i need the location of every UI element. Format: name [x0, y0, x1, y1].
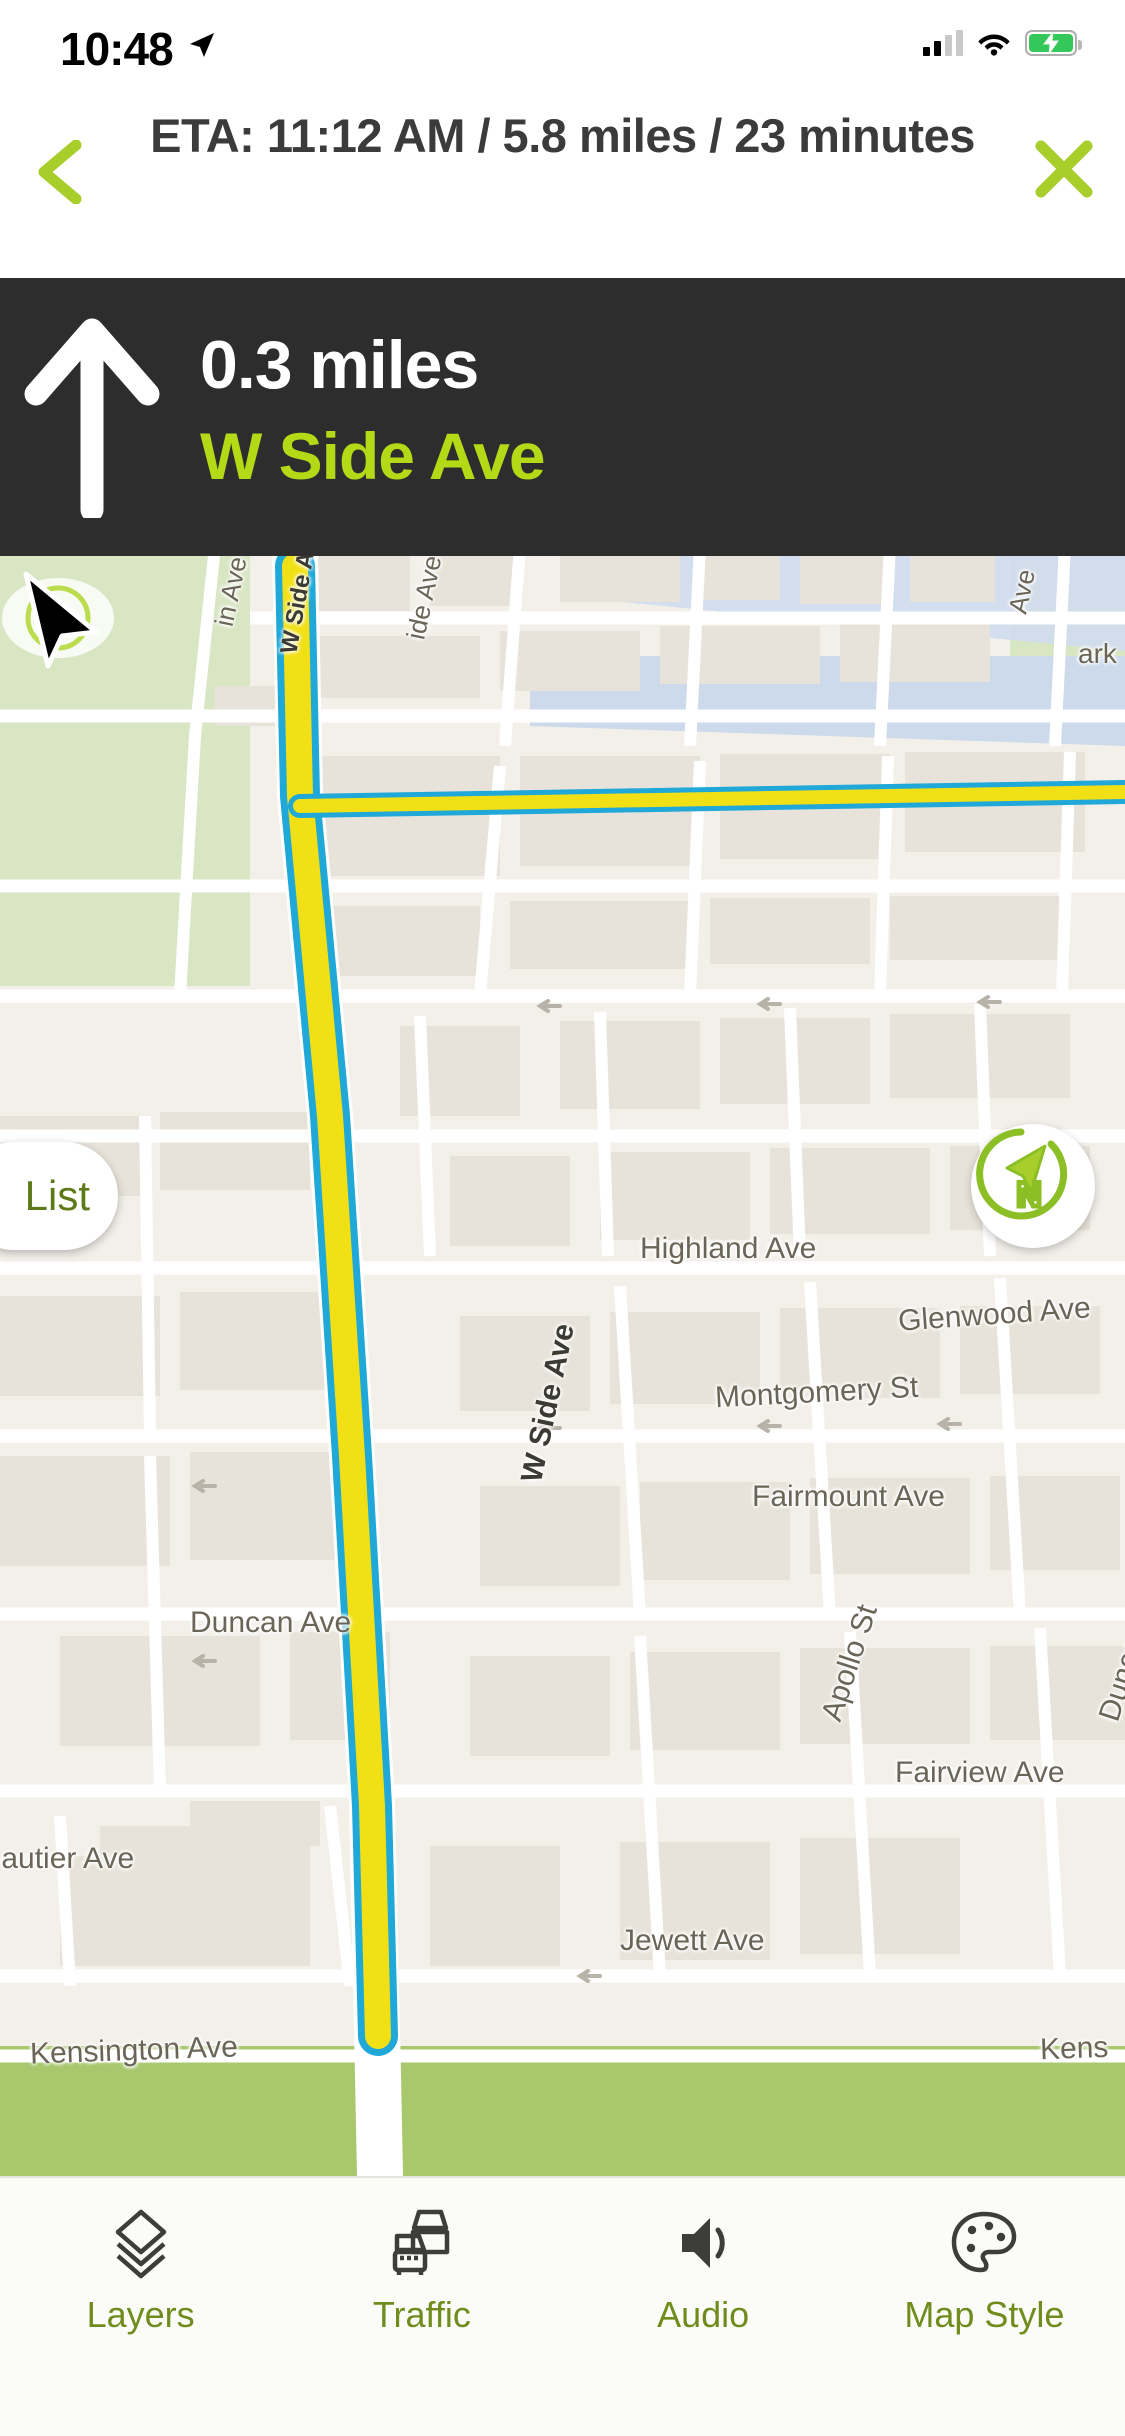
- bottom-item-label: Layers: [86, 2294, 195, 2335]
- cellular-bars-icon: [923, 30, 963, 56]
- car-traffic-icon: [385, 2206, 459, 2280]
- bottom-item-label: Traffic: [372, 2294, 471, 2335]
- bottom-item-traffic[interactable]: Traffic: [281, 2178, 562, 2436]
- wifi-icon: [978, 34, 1010, 56]
- map-label: Fairview Ave: [895, 1756, 1065, 1789]
- layers-icon: [104, 2206, 178, 2280]
- map-label: Kensington Ave: [29, 2030, 239, 2071]
- status-bar-indicators: [923, 26, 1082, 60]
- close-x-icon[interactable]: [1033, 138, 1095, 200]
- bottom-item-audio[interactable]: Audio: [563, 2178, 844, 2436]
- battery-charging-icon: [1025, 30, 1082, 56]
- status-bar: 10:48: [0, 0, 1125, 88]
- bottom-item-layers[interactable]: Layers: [0, 2178, 281, 2436]
- map-label: Jewett Ave: [620, 1924, 765, 1957]
- bottom-item-label: Map Style: [904, 2294, 1065, 2335]
- instruction-distance: 0.3 miles: [200, 327, 479, 403]
- list-button-label: List: [24, 1172, 90, 1219]
- map-label: Duncan Ave: [190, 1606, 352, 1639]
- map-label: Gautier Ave: [0, 1842, 135, 1875]
- turn-instruction-panel[interactable]: 0.3 miles W Side Ave: [0, 278, 1125, 556]
- map-canvas[interactable]: Highland Ave Glenwood Ave Montgomery St …: [0, 556, 1125, 2176]
- status-bar-time: 10:48: [60, 23, 174, 75]
- instruction-road-name: W Side Ave: [200, 419, 546, 493]
- location-arrow-icon: [190, 33, 214, 57]
- bottom-item-label: Audio: [657, 2294, 750, 2335]
- svg-text:N: N: [1017, 1176, 1042, 1214]
- compass-north-icon[interactable]: N: [971, 1124, 1095, 1248]
- bottom-item-map-style[interactable]: Map Style: [844, 2178, 1125, 2436]
- palette-icon: [947, 2206, 1021, 2280]
- map-label: Kens: [1039, 2030, 1109, 2067]
- map-label: Highland Ave: [640, 1232, 817, 1265]
- bottom-toolbar: Layers Traffic Audio Map Style: [0, 2176, 1125, 2436]
- navigation-screen: 10:48 ETA: 11:12 AM / 5.8 miles / 23 min…: [0, 0, 1125, 2436]
- mouse-cursor-icon: [2, 571, 114, 669]
- speaker-icon: [666, 2206, 740, 2280]
- eta-header: ETA: 11:12 AM / 5.8 miles / 23 minutes: [0, 88, 1125, 366]
- list-button[interactable]: List: [0, 1142, 118, 1250]
- map-label: ark: [1078, 638, 1117, 669]
- eta-summary-text: ETA: 11:12 AM / 5.8 miles / 23 minutes: [150, 109, 975, 162]
- arrow-straight-icon: [24, 318, 160, 518]
- chevron-left-icon[interactable]: [32, 140, 86, 204]
- map-label: Fairmount Ave: [752, 1480, 945, 1513]
